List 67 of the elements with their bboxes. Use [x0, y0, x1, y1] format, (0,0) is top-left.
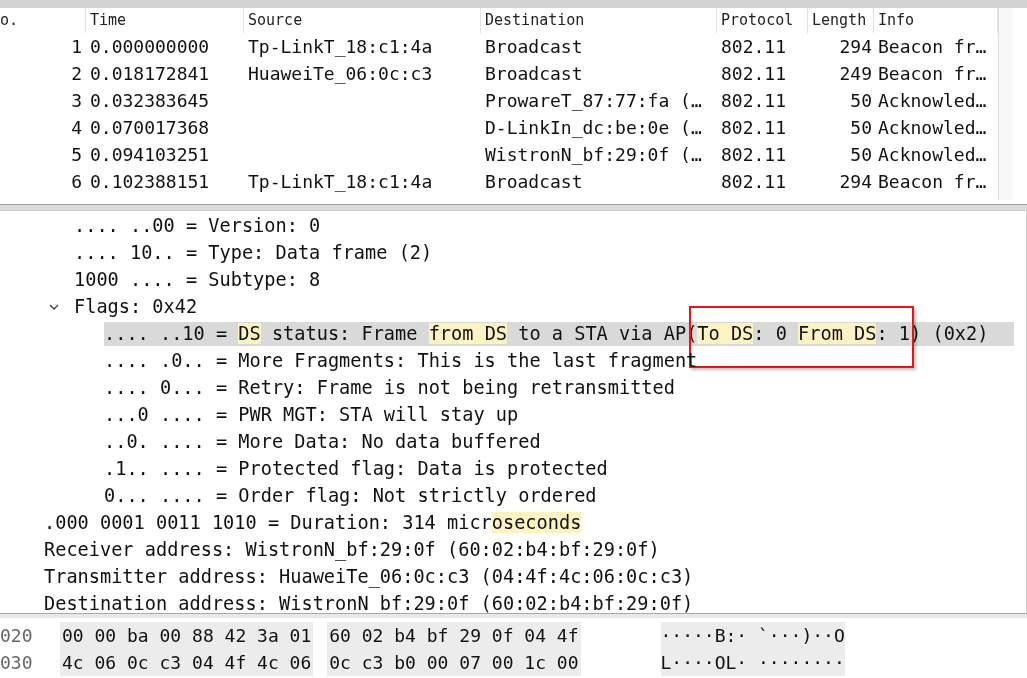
tree-line[interactable]: Destination address: WistronN_bf:29:0f (60:02:b4:bf:29:0f): [44, 593, 694, 613]
table-cell: 249: [839, 63, 872, 84]
table-cell: 5: [71, 144, 82, 165]
tree-line[interactable]: .000 0001 0011 1010 = Duration: 314 microseconds: [44, 512, 582, 533]
table-cell: Broadcast: [485, 63, 583, 84]
tree-line[interactable]: 0... .... = Order flag: Not strictly ordered: [104, 485, 597, 506]
table-cell: 0.000000000: [90, 36, 210, 57]
table-cell: 0.094103251: [90, 144, 210, 165]
table-cell: Beacon fr…: [878, 36, 987, 57]
table-cell: 802.11: [721, 117, 787, 138]
table-cell: 1: [71, 36, 82, 57]
table-cell: 0.032383645: [90, 90, 210, 111]
tree-line[interactable]: .1.. .... = Protected flag: Data is protected: [104, 458, 608, 479]
table-cell: ProwareT_87:77:fa (…: [485, 90, 702, 111]
tree-line[interactable]: 1000 .... = Subtype: 8: [74, 269, 321, 290]
hex-offset: 020: [0, 624, 34, 648]
scrollbar[interactable]: [998, 8, 1013, 200]
tree-line[interactable]: .... 0... = Retry: Frame is not being retransmitted: [104, 377, 675, 398]
table-cell: 3: [71, 90, 82, 111]
table-cell: 802.11: [721, 63, 787, 84]
table-cell: 294: [839, 36, 872, 57]
table-cell: 294: [839, 171, 872, 192]
table-cell: 802.11: [721, 144, 787, 165]
column-header[interactable]: Source: [244, 8, 481, 33]
table-cell: 802.11: [721, 36, 787, 57]
table-cell: WistronN_bf:29:0f (…: [485, 144, 702, 165]
table-cell: HuaweiTe_06:0c:c3: [248, 63, 433, 84]
column-header[interactable]: Time: [86, 8, 244, 33]
table-cell: Broadcast: [485, 36, 583, 57]
table-cell: 2: [71, 63, 82, 84]
table-cell: Acknowled…: [878, 90, 987, 111]
table-cell: 50: [850, 117, 872, 138]
hex-offset: 030: [0, 651, 34, 675]
table-cell: 802.11: [721, 90, 787, 111]
table-cell: 4: [71, 117, 82, 138]
tree-line[interactable]: .... 10.. = Type: Data frame (2): [74, 242, 433, 263]
table-cell: 50: [850, 90, 872, 111]
ascii-text: ·····B:· `···)··O: [660, 622, 845, 649]
column-header[interactable]: Length: [808, 8, 874, 33]
table-cell: Acknowled…: [878, 117, 987, 138]
table-cell: Tp-LinkT_18:c1:4a: [248, 171, 433, 192]
table-cell: 802.11: [721, 171, 787, 192]
tree-line[interactable]: Receiver address: WistronN_bf:29:0f (60:02:b4:bf:29:0f): [44, 539, 660, 560]
hex-bytes: 60 02 b4 bf 29 0f 04 4f: [327, 622, 581, 649]
table-cell: Beacon fr…: [878, 171, 987, 192]
tree-line[interactable]: Flags: 0x42: [74, 296, 198, 317]
table-cell: Acknowled…: [878, 144, 987, 165]
table-cell: Beacon fr…: [878, 63, 987, 84]
table-cell: 0.070017368: [90, 117, 210, 138]
ascii-text: L····OL· ········: [660, 649, 845, 676]
column-header[interactable]: Protocol: [717, 8, 808, 33]
table-cell: D-LinkIn_dc:be:0e (…: [485, 117, 702, 138]
hex-bytes: 4c 06 0c c3 04 4f 4c 06: [60, 649, 314, 676]
table-cell: 0.102388151: [90, 171, 210, 192]
table-cell: 0.018172841: [90, 63, 210, 84]
table-cell: Broadcast: [485, 171, 583, 192]
column-header[interactable]: o.: [0, 8, 86, 33]
hex-bytes: 00 00 ba 00 88 42 3a 01: [60, 622, 314, 649]
column-header[interactable]: Destination: [481, 8, 717, 33]
tree-line[interactable]: .... ..00 = Version: 0: [74, 215, 321, 236]
table-cell: Tp-LinkT_18:c1:4a: [248, 36, 433, 57]
hex-bytes: 0c c3 b0 00 07 00 1c 00: [327, 649, 581, 676]
table-cell: 6: [71, 171, 82, 192]
tree-line[interactable]: Transmitter address: HuaweiTe_06:0c:c3 (04:4f:4c:06:0c:c3): [44, 566, 694, 587]
table-cell: 50: [850, 144, 872, 165]
tree-line[interactable]: ..0. .... = More Data: No data buffered: [104, 431, 541, 452]
tree-line[interactable]: ...0 .... = PWR MGT: STA will stay up: [104, 404, 519, 425]
